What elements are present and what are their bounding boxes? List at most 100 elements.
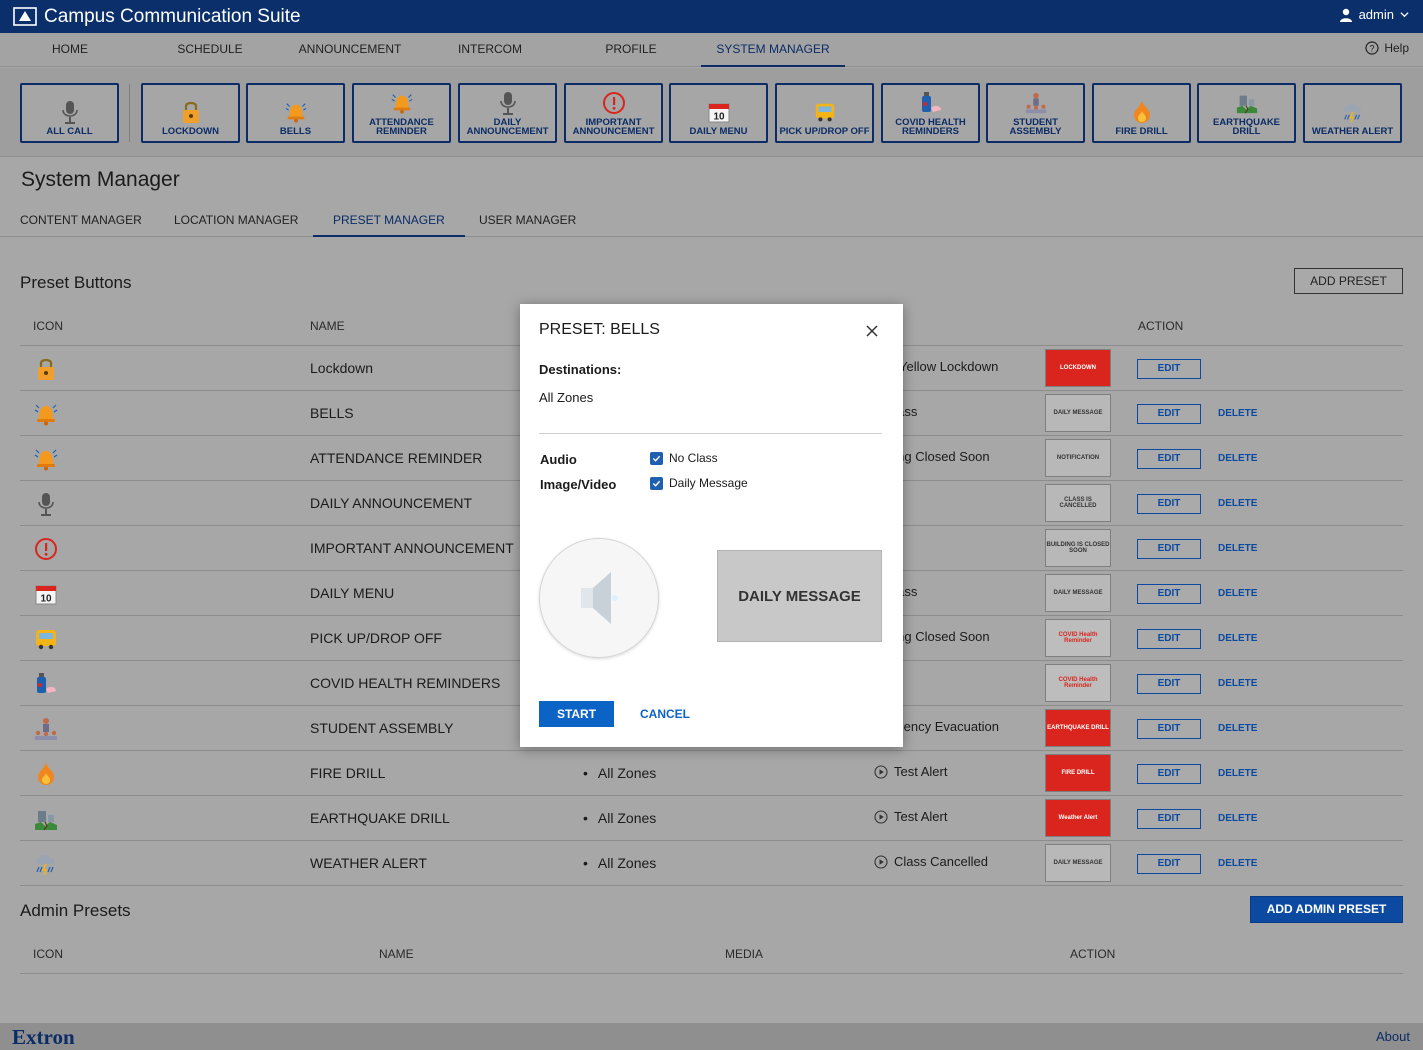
tab-intercom[interactable]: INTERCOM (440, 33, 540, 67)
delete-button[interactable]: DELETE (1218, 633, 1257, 644)
media-thumbnail: DAILY MESSAGE (1045, 574, 1111, 612)
preset-bar-button-covid-health-reminders[interactable]: COVID HEALTH REMINDERS (881, 83, 980, 143)
edit-button[interactable]: EDIT (1137, 359, 1201, 379)
audio-checkbox[interactable]: No Class (650, 451, 718, 465)
edit-button[interactable]: EDIT (1137, 449, 1201, 469)
delete-button[interactable]: DELETE (1218, 543, 1257, 554)
admin-table-divider (20, 973, 1403, 974)
edit-button[interactable]: EDIT (1137, 494, 1201, 514)
tab-home[interactable]: HOME (20, 33, 120, 67)
preset-bar-button-important-announcement[interactable]: IMPORTANT ANNOUNCEMENT (564, 83, 663, 143)
edit-button[interactable]: EDIT (1137, 404, 1201, 424)
bell-icon (284, 99, 308, 125)
preset-bar-button-earthquake-drill[interactable]: EARTHQUAKE DRILL (1197, 83, 1296, 143)
calendar-icon: 10 (707, 99, 731, 125)
handwash-icon (919, 90, 943, 116)
tab-announcement[interactable]: ANNOUNCEMENT (290, 33, 410, 67)
image-preview: DAILY MESSAGE (717, 550, 882, 642)
edit-button[interactable]: EDIT (1137, 584, 1201, 604)
tab-schedule[interactable]: SCHEDULE (160, 33, 260, 67)
tab-profile[interactable]: PROFILE (581, 33, 681, 67)
tab-user-manager[interactable]: USER MANAGER (479, 204, 576, 237)
bell-icon (32, 445, 59, 472)
close-icon[interactable] (865, 324, 879, 338)
delete-button[interactable]: DELETE (1218, 858, 1257, 869)
delete-button[interactable]: DELETE (1218, 498, 1257, 509)
delete-button[interactable]: DELETE (1218, 768, 1257, 779)
svg-text:?: ? (1370, 44, 1375, 54)
delete-button[interactable]: DELETE (1218, 453, 1257, 464)
play-icon (874, 809, 888, 824)
tab-location-manager[interactable]: LOCATION MANAGER (174, 204, 298, 237)
title-bar: Campus Communication Suite admin (0, 0, 1423, 33)
image-video-label: Image/Video (540, 477, 617, 492)
dialog-title: PRESET: BELLS (539, 321, 660, 338)
fire-icon (1130, 99, 1154, 125)
earthquake-icon (1235, 90, 1259, 116)
preset-bar-button-label: ATTENDANCE REMINDER (369, 117, 434, 137)
preset-bar-button-attendance-reminder[interactable]: ATTENDANCE REMINDER (352, 83, 451, 143)
alert-icon (32, 535, 59, 562)
audio-preview-button[interactable] (539, 538, 659, 658)
delete-button[interactable]: DELETE (1218, 723, 1257, 734)
delete-button[interactable]: DELETE (1218, 588, 1257, 599)
alert-icon (602, 90, 626, 116)
preset-bar-button-daily-announcement[interactable]: DAILY ANNOUNCEMENT (458, 83, 557, 143)
media-thumbnail: COVID Health Reminder (1045, 664, 1111, 702)
preset-buttons-title: Preset Buttons (20, 273, 132, 292)
preset-name: DAILY ANNOUNCEMENT (310, 495, 473, 511)
preset-bar-button-fire-drill[interactable]: FIRE DRILL (1092, 83, 1191, 143)
user-menu[interactable]: admin (1339, 7, 1409, 22)
storm-icon (1341, 99, 1365, 125)
tab-content-manager[interactable]: CONTENT MANAGER (20, 204, 142, 237)
preset-bar-button-daily-menu[interactable]: 10 DAILY MENU (669, 83, 768, 143)
image-video-checkbox[interactable]: Daily Message (650, 476, 748, 490)
tab-preset-manager[interactable]: PRESET MANAGER (313, 204, 465, 237)
delete-button[interactable]: DELETE (1218, 813, 1257, 824)
user-name: admin (1358, 7, 1394, 22)
destinations-label: Destinations: (539, 362, 622, 377)
start-button[interactable]: START (539, 701, 614, 727)
media-thumbnail: COVID Health Reminder (1045, 619, 1111, 657)
media-thumbnail: DAILY MESSAGE (1045, 394, 1111, 432)
help-link[interactable]: ? Help (1365, 41, 1409, 55)
preset-bar-button-weather-alert[interactable]: WEATHER ALERT (1303, 83, 1402, 143)
preset-bar-button-all-call[interactable]: ALL CALL (20, 83, 119, 143)
media-thumbnail: Weather Alert (1045, 799, 1111, 837)
preset-media: Class Cancelled (874, 854, 988, 869)
delete-button[interactable]: DELETE (1218, 678, 1257, 689)
preset-bar-button-bells[interactable]: BELLS (246, 83, 345, 143)
media-thumbnail: LOCKDOWN (1045, 349, 1111, 387)
edit-button[interactable]: EDIT (1137, 674, 1201, 694)
edit-button[interactable]: EDIT (1137, 719, 1201, 739)
edit-button[interactable]: EDIT (1137, 809, 1201, 829)
edit-button[interactable]: EDIT (1137, 854, 1201, 874)
speaker-icon (581, 572, 618, 624)
preset-bar-button-lockdown[interactable]: LOCKDOWN (141, 83, 240, 143)
svg-text:10: 10 (713, 112, 725, 123)
edit-button[interactable]: EDIT (1137, 539, 1201, 559)
preset-bar-button-label: LOCKDOWN (162, 126, 219, 137)
tab-system-manager[interactable]: SYSTEM MANAGER (701, 33, 845, 67)
media-thumbnail: DAILY MESSAGE (1045, 844, 1111, 882)
delete-button[interactable]: DELETE (1218, 408, 1257, 419)
preset-bar-button-label: COVID HEALTH REMINDERS (895, 117, 966, 137)
add-admin-preset-button[interactable]: ADD ADMIN PRESET (1250, 896, 1403, 923)
about-link[interactable]: About (1376, 1029, 1410, 1044)
add-preset-button[interactable]: ADD PRESET (1294, 268, 1403, 294)
audio-value: No Class (669, 451, 718, 465)
edit-button[interactable]: EDIT (1137, 629, 1201, 649)
preset-bar-button-student-assembly[interactable]: STUDENT ASSEMBLY (986, 83, 1085, 143)
preset-name: Lockdown (310, 360, 374, 376)
app-logo-icon (13, 6, 37, 26)
help-icon: ? (1365, 41, 1379, 55)
microphone-icon (58, 99, 82, 125)
audio-label: Audio (540, 452, 577, 467)
edit-button[interactable]: EDIT (1137, 764, 1201, 784)
brand-logo: Extron (12, 1025, 75, 1049)
preset-bar-button-pick-up-drop-off[interactable]: PICK UP/DROP OFF (775, 83, 874, 143)
cancel-button[interactable]: CANCEL (640, 707, 690, 721)
microphone-icon (496, 90, 520, 116)
svg-text:10: 10 (40, 593, 52, 604)
admin-column-header-media: MEDIA (725, 947, 764, 961)
